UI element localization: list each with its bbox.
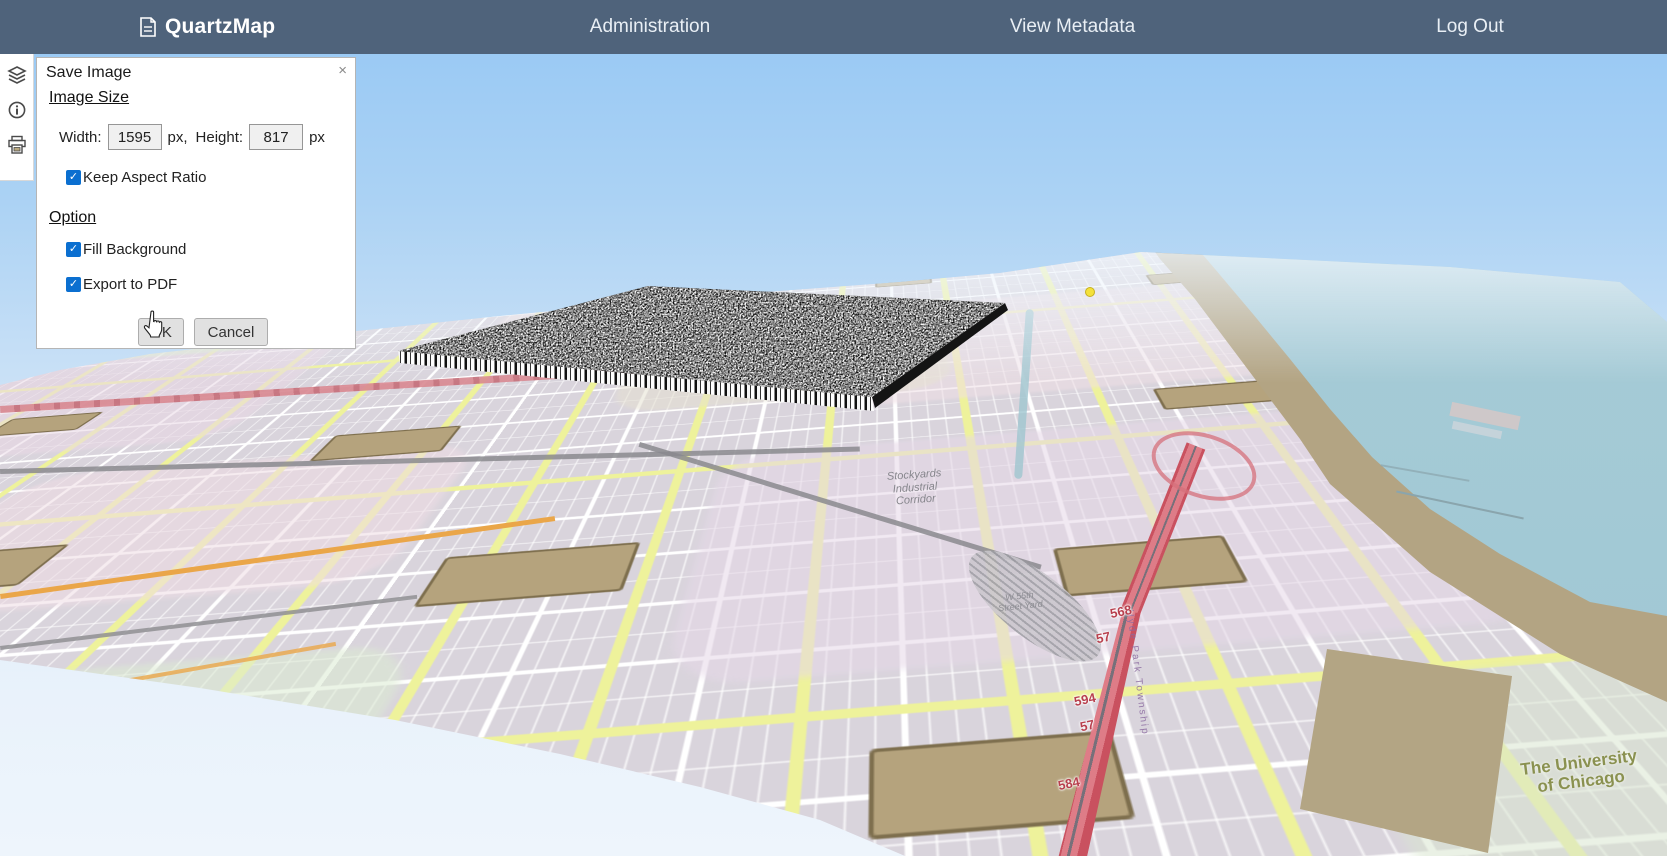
- yellow-map-marker[interactable]: [1085, 287, 1095, 297]
- app-brand-label: QuartzMap: [165, 15, 275, 39]
- nav-view-metadata[interactable]: View Metadata: [995, 0, 1150, 54]
- width-label: Width:: [59, 129, 102, 146]
- dialog-title: Save Image: [46, 64, 131, 82]
- image-size-heading: Image Size: [49, 89, 129, 107]
- keep-aspect-row: ✓ Keep Aspect Ratio: [66, 169, 206, 186]
- layers-icon[interactable]: [6, 64, 28, 86]
- map-patch: [0, 642, 426, 856]
- fill-background-checkbox[interactable]: ✓: [66, 242, 81, 257]
- fill-background-row: ✓ Fill Background: [66, 241, 186, 258]
- fill-background-label: Fill Background: [83, 241, 186, 258]
- tool-sidebar: [0, 54, 34, 181]
- size-row: Width: px, Height: px: [59, 124, 325, 150]
- width-unit: px,: [168, 129, 188, 146]
- height-unit: px: [309, 129, 325, 146]
- nav-log-out[interactable]: Log Out: [1425, 0, 1515, 54]
- keep-aspect-label: Keep Aspect Ratio: [83, 169, 206, 186]
- info-icon[interactable]: [6, 99, 28, 121]
- nav-view-metadata-label: View Metadata: [1010, 16, 1135, 38]
- export-pdf-label: Export to PDF: [83, 276, 177, 293]
- export-pdf-row: ✓ Export to PDF: [66, 276, 177, 293]
- height-input[interactable]: [249, 124, 303, 150]
- export-pdf-checkbox[interactable]: ✓: [66, 277, 81, 292]
- map-building: [32, 724, 384, 839]
- close-icon[interactable]: ×: [338, 62, 347, 79]
- nav-log-out-label: Log Out: [1436, 16, 1504, 38]
- option-heading: Option: [49, 209, 96, 227]
- keep-aspect-checkbox[interactable]: ✓: [66, 170, 81, 185]
- document-icon: [140, 17, 156, 37]
- cancel-button[interactable]: Cancel: [194, 318, 268, 346]
- map-building: [875, 274, 932, 287]
- nav-administration[interactable]: Administration: [575, 0, 725, 54]
- height-label: Height:: [196, 129, 244, 146]
- save-image-dialog: Save Image × Image Size Width: px, Heigh…: [36, 57, 356, 349]
- map-building: [412, 542, 639, 607]
- nav-administration-label: Administration: [590, 16, 710, 38]
- top-nav: QuartzMap Administration View Metadata L…: [0, 0, 1667, 54]
- app-brand[interactable]: QuartzMap: [140, 0, 275, 54]
- width-input[interactable]: [108, 124, 162, 150]
- ok-button[interactable]: OK: [138, 318, 184, 346]
- print-icon[interactable]: [6, 134, 28, 156]
